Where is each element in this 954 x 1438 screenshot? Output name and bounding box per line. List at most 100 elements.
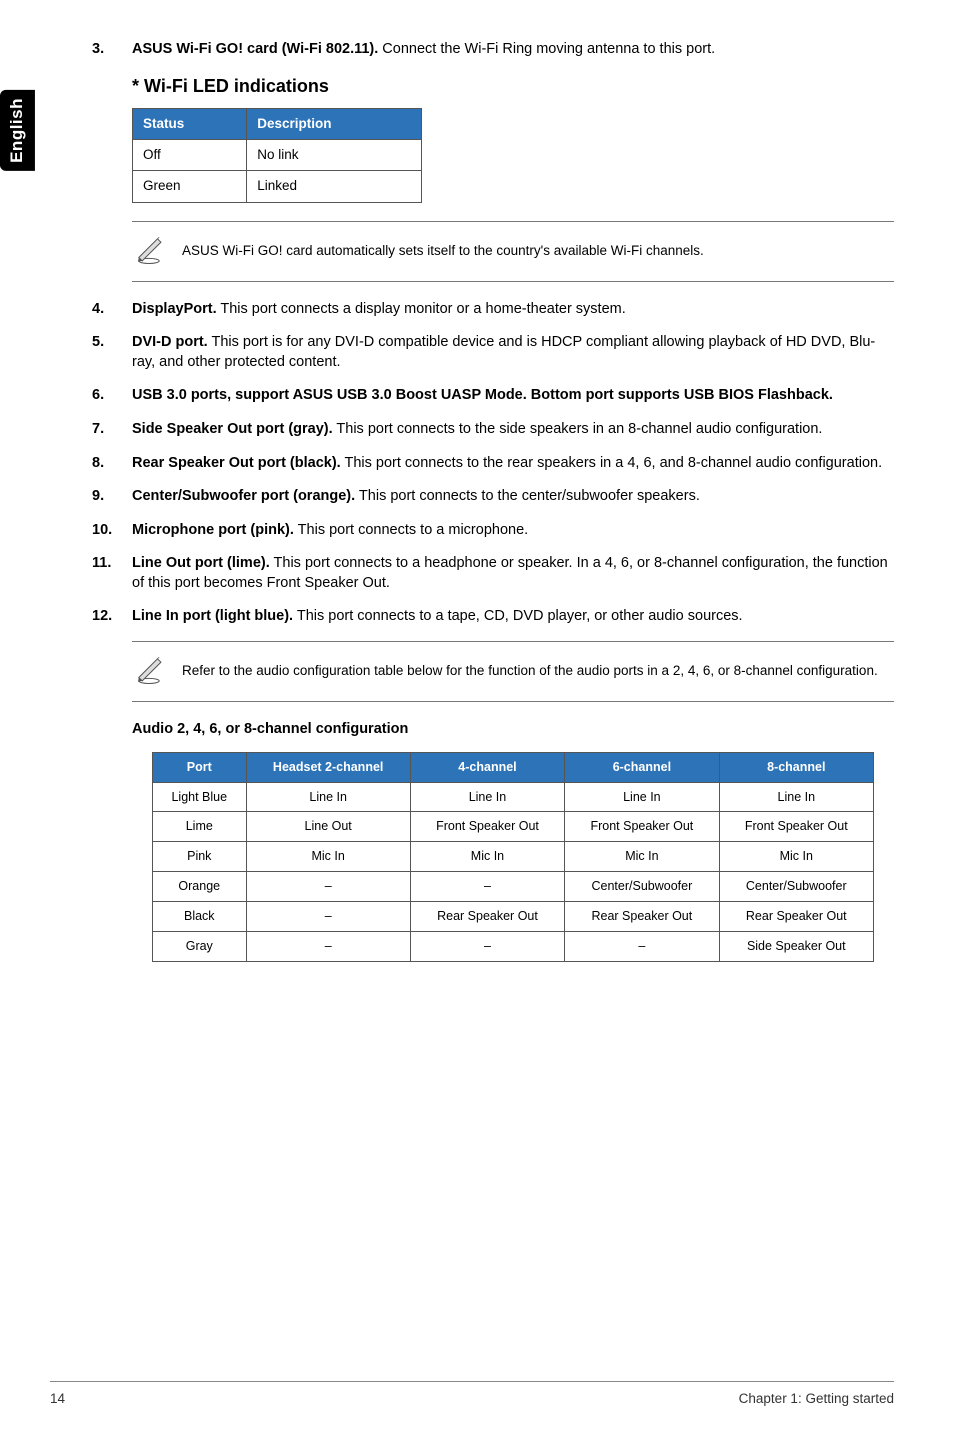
table-row: Off No link — [133, 140, 422, 171]
cell: Mic In — [246, 842, 410, 872]
cell: – — [565, 931, 719, 961]
page-number: 14 — [50, 1390, 65, 1408]
col-6channel: 6-channel — [565, 752, 719, 782]
list-item-12: 12. Line In port (light blue). This port… — [92, 607, 894, 627]
item-text: This port is for any DVI-D compatible de… — [132, 334, 875, 370]
item-number: 12. — [92, 607, 132, 627]
item-label: Rear Speaker Out port (black). — [132, 455, 341, 471]
item-text: This port connects to the center/subwoof… — [355, 488, 700, 504]
cell: Front Speaker Out — [565, 812, 719, 842]
cell: Gray — [153, 931, 247, 961]
cell: Linked — [247, 171, 422, 202]
cell: Line In — [410, 782, 564, 812]
cell: Light Blue — [153, 782, 247, 812]
item-body: Microphone port (pink). This port connec… — [132, 521, 894, 541]
cell: Front Speaker Out — [410, 812, 564, 842]
item-body: ASUS Wi-Fi GO! card (Wi-Fi 802.11). Conn… — [132, 40, 894, 60]
note-block-1: ASUS Wi-Fi GO! card automatically sets i… — [132, 221, 894, 282]
table-header-row: Port Headset 2-channel 4-channel 6-chann… — [153, 752, 874, 782]
item-number: 4. — [92, 300, 132, 320]
item-label: Line In port (light blue). — [132, 608, 293, 624]
page-footer: 14 Chapter 1: Getting started — [50, 1381, 894, 1408]
table-row: Gray – – – Side Speaker Out — [153, 931, 874, 961]
cell: – — [246, 931, 410, 961]
list-item-5: 5. DVI-D port. This port is for any DVI-… — [92, 333, 894, 372]
item-number: 5. — [92, 333, 132, 372]
table-row: Green Linked — [133, 171, 422, 202]
col-8channel: 8-channel — [719, 752, 873, 782]
col-2channel: Headset 2-channel — [246, 752, 410, 782]
numbered-list: 3. ASUS Wi-Fi GO! card (Wi-Fi 802.11). C… — [92, 40, 894, 60]
item-label: USB 3.0 ports, support ASUS USB 3.0 Boos… — [132, 387, 833, 403]
cell: Rear Speaker Out — [410, 902, 564, 932]
note-block-2: Refer to the audio configuration table b… — [132, 641, 894, 702]
cell: Orange — [153, 872, 247, 902]
item-number: 7. — [92, 420, 132, 440]
wifi-led-table: Status Description Off No link Green Lin… — [132, 108, 422, 203]
list-item-8: 8. Rear Speaker Out port (black). This p… — [92, 454, 894, 474]
list-item-9: 9. Center/Subwoofer port (orange). This … — [92, 487, 894, 507]
col-status: Status — [133, 108, 247, 139]
col-4channel: 4-channel — [410, 752, 564, 782]
cell: Center/Subwoofer — [565, 872, 719, 902]
table-row: Orange – – Center/Subwoofer Center/Subwo… — [153, 872, 874, 902]
table-row: Pink Mic In Mic In Mic In Mic In — [153, 842, 874, 872]
list-item-7: 7. Side Speaker Out port (gray). This po… — [92, 420, 894, 440]
cell: Line Out — [246, 812, 410, 842]
item-text: This port connects a display monitor or … — [217, 301, 626, 317]
item-text: This port connects to the rear speakers … — [341, 455, 882, 471]
item-body: Center/Subwoofer port (orange). This por… — [132, 487, 894, 507]
item-body: Rear Speaker Out port (black). This port… — [132, 454, 894, 474]
page-content: 3. ASUS Wi-Fi GO! card (Wi-Fi 802.11). C… — [92, 40, 894, 962]
item-number: 3. — [92, 40, 132, 60]
cell: – — [410, 872, 564, 902]
cell: Black — [153, 902, 247, 932]
chapter-title: Chapter 1: Getting started — [739, 1390, 894, 1408]
cell: Center/Subwoofer — [719, 872, 873, 902]
item-label: Line Out port (lime). — [132, 555, 270, 571]
list-item-3: 3. ASUS Wi-Fi GO! card (Wi-Fi 802.11). C… — [92, 40, 894, 60]
item-body: Side Speaker Out port (gray). This port … — [132, 420, 894, 440]
cell: Mic In — [410, 842, 564, 872]
cell: – — [410, 931, 564, 961]
item-text: This port connects to the side speakers … — [333, 421, 823, 437]
table-row: Black – Rear Speaker Out Rear Speaker Ou… — [153, 902, 874, 932]
list-item-6: 6. USB 3.0 ports, support ASUS USB 3.0 B… — [92, 386, 894, 406]
item-number: 11. — [92, 554, 132, 593]
cell: Line In — [719, 782, 873, 812]
item-label: ASUS Wi-Fi GO! card (Wi-Fi 802.11). — [132, 41, 378, 57]
item-label: DVI-D port. — [132, 334, 208, 350]
cell: No link — [247, 140, 422, 171]
cell: Off — [133, 140, 247, 171]
wifi-section: * Wi-Fi LED indications Status Descripti… — [132, 74, 894, 203]
item-number: 10. — [92, 521, 132, 541]
item-number: 8. — [92, 454, 132, 474]
cell: Side Speaker Out — [719, 931, 873, 961]
numbered-list-cont: 4. DisplayPort. This port connects a dis… — [92, 300, 894, 627]
cell: Lime — [153, 812, 247, 842]
item-text: This port connects to a tape, CD, DVD pl… — [293, 608, 742, 624]
item-body: DisplayPort. This port connects a displa… — [132, 300, 894, 320]
item-label: Side Speaker Out port (gray). — [132, 421, 333, 437]
cell: Pink — [153, 842, 247, 872]
list-item-4: 4. DisplayPort. This port connects a dis… — [92, 300, 894, 320]
item-text: This port connects to a microphone. — [294, 522, 528, 538]
wifi-led-heading: * Wi-Fi LED indications — [132, 74, 894, 98]
table-header-row: Status Description — [133, 108, 422, 139]
item-label: DisplayPort. — [132, 301, 217, 317]
side-language-tab: English — [0, 90, 35, 171]
cell: Line In — [565, 782, 719, 812]
cell: Mic In — [565, 842, 719, 872]
note-text: ASUS Wi-Fi GO! card automatically sets i… — [182, 242, 890, 260]
cell: – — [246, 872, 410, 902]
cell: Front Speaker Out — [719, 812, 873, 842]
item-body: USB 3.0 ports, support ASUS USB 3.0 Boos… — [132, 386, 894, 406]
item-body: Line Out port (lime). This port connects… — [132, 554, 894, 593]
item-body: DVI-D port. This port is for any DVI-D c… — [132, 333, 894, 372]
audio-config-table: Port Headset 2-channel 4-channel 6-chann… — [152, 752, 874, 962]
cell: – — [246, 902, 410, 932]
table-row: Lime Line Out Front Speaker Out Front Sp… — [153, 812, 874, 842]
item-number: 6. — [92, 386, 132, 406]
audio-config-heading: Audio 2, 4, 6, or 8-channel configuratio… — [132, 720, 894, 740]
cell: Line In — [246, 782, 410, 812]
